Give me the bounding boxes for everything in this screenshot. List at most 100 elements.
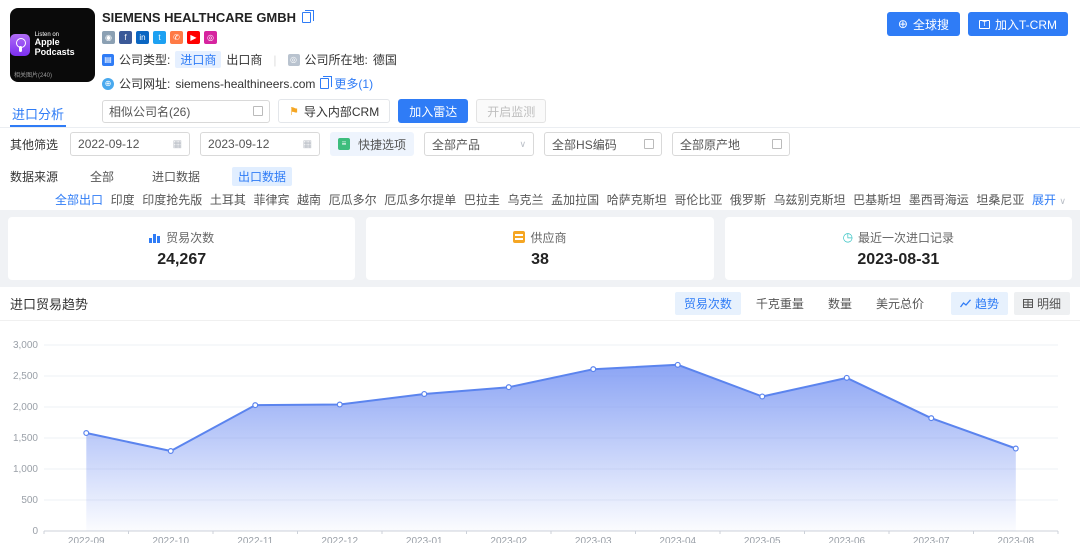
website-value[interactable]: siemens-healthineers.com (175, 77, 315, 91)
list-icon (644, 139, 654, 149)
country-tab[interactable]: 乌兹别克斯坦 (774, 191, 846, 208)
svg-text:2022-09: 2022-09 (68, 536, 105, 543)
quick-options-icon: ≡ (338, 138, 350, 150)
country-tab[interactable]: 印度抢先版 (142, 191, 202, 208)
metric-tab-千克重量[interactable]: 千克重量 (747, 292, 813, 315)
svg-text:2023-02: 2023-02 (490, 536, 527, 543)
data-source-option[interactable]: 全部 (84, 167, 120, 186)
company-type-icon: ▤ (102, 54, 114, 66)
stat-card: 贸易次数24,267 (8, 217, 355, 280)
logo-line2: Apple Podcasts (35, 38, 95, 58)
svg-text:2023-05: 2023-05 (744, 536, 781, 543)
instagram-icon[interactable]: ◎ (204, 31, 217, 44)
company-type-import-badge[interactable]: 进口商 (175, 51, 221, 68)
product-value: 全部产品 (432, 136, 480, 153)
other-filter-label: 其他筛选 (10, 136, 58, 153)
view-tab-趋势[interactable]: 趋势 (951, 292, 1008, 315)
expand-button[interactable]: 展开 ∨ (1032, 191, 1066, 208)
company-logo[interactable]: Listen on Apple Podcasts 相关图片(240) (10, 8, 95, 82)
social-icons: ◉ fint ✆ ▶ ◎ (102, 31, 546, 44)
calendar-icon: ▦ (173, 139, 182, 150)
svg-text:500: 500 (21, 495, 38, 506)
country-tab[interactable]: 墨西哥海运 (909, 191, 969, 208)
country-tab[interactable]: 孟加拉国 (551, 191, 599, 208)
country-tab[interactable]: 厄瓜多尔 (329, 191, 377, 208)
website-icon[interactable]: ◉ (102, 31, 115, 44)
data-source-option[interactable]: 进口数据 (146, 167, 206, 186)
global-search-button[interactable]: ⊕ 全球搜 (887, 12, 960, 36)
hs-code-value: 全部HS编码 (552, 136, 617, 153)
location-value: 德国 (373, 51, 397, 68)
twitter-icon[interactable]: t (153, 31, 166, 44)
similar-company-input[interactable]: 相似公司名(26) (102, 100, 270, 123)
tab-进口分析[interactable]: 进口分析 (10, 100, 66, 127)
stat-card: 供应商 38 (366, 217, 713, 280)
website-more-link[interactable]: 更多(1) (334, 75, 373, 92)
country-tab[interactable]: 俄罗斯 (730, 191, 766, 208)
product-select[interactable]: 全部产品 ∨ (424, 132, 534, 156)
country-tab[interactable]: 乌克兰 (507, 191, 543, 208)
start-monitor-label: 开启监测 (487, 103, 535, 120)
svg-text:2,000: 2,000 (13, 402, 38, 413)
line-chart-icon (960, 297, 971, 311)
add-radar-button[interactable]: 加入雷达 (398, 99, 468, 123)
table-icon (1023, 297, 1033, 311)
country-tab[interactable]: 坦桑尼亚 (976, 191, 1024, 208)
start-monitor-button[interactable]: 开启监测 (476, 99, 546, 123)
data-source-option[interactable]: 出口数据 (232, 167, 292, 186)
clock-icon: ◷ (843, 231, 853, 243)
origin-select[interactable]: 全部原产地 (672, 132, 790, 156)
stat-value: 38 (531, 251, 549, 269)
suppliers-icon (513, 231, 525, 243)
svg-text:2022-10: 2022-10 (152, 536, 189, 543)
country-tab[interactable]: 哥伦比亚 (674, 191, 722, 208)
country-tab[interactable]: 巴基斯坦 (853, 191, 901, 208)
svg-text:2023-04: 2023-04 (659, 536, 696, 543)
metric-tab-贸易次数[interactable]: 贸易次数 (675, 292, 741, 315)
metric-tab-数量[interactable]: 数量 (819, 292, 861, 315)
trend-title: 进口贸易趋势 (10, 294, 88, 313)
quick-options-label: 快捷选项 (358, 136, 406, 153)
filter-bar: 其他筛选 2022-09-12 ▦ 2023-09-12 ▦ ≡ 快捷选项 全部… (0, 128, 1080, 160)
date-from-value: 2022-09-12 (78, 137, 139, 151)
stat-label: 供应商 (530, 229, 566, 246)
svg-text:2022-12: 2022-12 (321, 536, 358, 543)
view-tab-label: 明细 (1037, 295, 1061, 312)
phone-icon[interactable]: ✆ (170, 31, 183, 44)
add-tcrm-button[interactable]: T 加入T-CRM (968, 12, 1068, 36)
quick-options-button[interactable]: ≡ 快捷选项 (330, 132, 414, 156)
country-tab[interactable]: 土耳其 (210, 191, 246, 208)
svg-text:0: 0 (32, 526, 38, 537)
location-icon: ◎ (288, 54, 300, 66)
company-type-label: 公司类型: (119, 51, 170, 68)
country-tab[interactable]: 菲律宾 (253, 191, 289, 208)
date-to-value: 2023-09-12 (208, 137, 269, 151)
import-crm-button[interactable]: ⚑ 导入内部CRM (278, 99, 390, 123)
stat-value: 2023-08-31 (857, 251, 939, 269)
company-header: Listen on Apple Podcasts 相关图片(240) SIEME… (0, 0, 1080, 100)
copy-icon[interactable] (320, 78, 329, 89)
company-type-export[interactable]: 出口商 (226, 51, 262, 68)
svg-text:1,000: 1,000 (13, 464, 38, 475)
country-tab[interactable]: 全部出口 (55, 191, 103, 208)
svg-text:1,500: 1,500 (13, 433, 38, 444)
youtube-icon[interactable]: ▶ (187, 31, 200, 44)
divider: | (273, 53, 276, 67)
copy-icon[interactable] (302, 12, 311, 23)
view-tab-明细[interactable]: 明细 (1014, 292, 1070, 315)
country-tab[interactable]: 印度 (111, 191, 135, 208)
linkedin-icon[interactable]: in (136, 31, 149, 44)
date-from-input[interactable]: 2022-09-12 ▦ (70, 132, 190, 156)
country-tab[interactable]: 哈萨克斯坦 (607, 191, 667, 208)
logo-caption: 相关图片(240) (14, 70, 52, 79)
stat-label: 贸易次数 (166, 229, 214, 246)
global-search-label: 全球搜 (913, 16, 949, 33)
country-tab[interactable]: 巴拉圭 (464, 191, 500, 208)
hs-code-select[interactable]: 全部HS编码 (544, 132, 662, 156)
facebook-icon[interactable]: f (119, 31, 132, 44)
add-radar-label: 加入雷达 (409, 103, 457, 120)
country-tab[interactable]: 厄瓜多尔提单 (384, 191, 456, 208)
date-to-input[interactable]: 2023-09-12 ▦ (200, 132, 320, 156)
country-tab[interactable]: 越南 (297, 191, 321, 208)
metric-tab-美元总价[interactable]: 美元总价 (867, 292, 933, 315)
